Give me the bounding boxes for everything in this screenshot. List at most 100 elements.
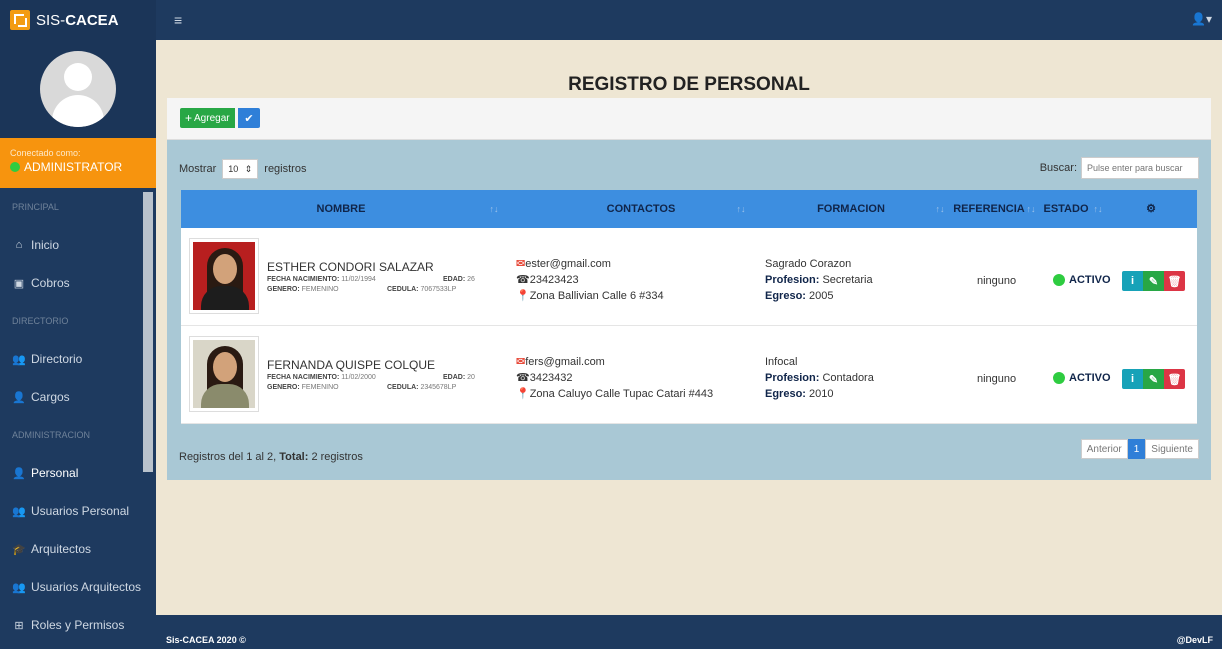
brand-prefix: SIS- (36, 11, 66, 29)
phone-icon: ☎ (516, 274, 530, 286)
header-contactos[interactable]: CONTACTOS (541, 190, 741, 228)
institution: Infocal (765, 356, 798, 368)
sidebar-item-label: Usuarios Personal (31, 504, 130, 518)
map-marker-icon: 📍 (516, 388, 530, 400)
meta-label: GENERO: (267, 286, 300, 293)
sidebar-item-arquitectos[interactable]: 🎓 Arquitectos (0, 530, 156, 568)
user-menu-icon[interactable]: 👤▾ (1191, 12, 1212, 26)
next-page-button[interactable]: Siguiente (1145, 439, 1199, 459)
sort-icon[interactable]: ↑↓ (1024, 190, 1038, 228)
profession: Contadora (822, 372, 874, 384)
header-nombre[interactable]: NOMBRE (241, 190, 441, 228)
info-button[interactable]: i (1122, 369, 1143, 389)
contact-info: ✉ester@gmail.com ☎23423423 📍Zona Ballivi… (516, 256, 664, 304)
status-text: ACTIVO (1069, 274, 1111, 286)
gender: GENERO: FEMENINO (267, 286, 339, 293)
email-line: ✉fers@gmail.com (516, 354, 713, 370)
sort-icon[interactable]: ↑↓ (734, 190, 748, 228)
profession-label: Profesion: (765, 372, 820, 384)
sidebar-item-usuarios-personal[interactable]: 👥 Usuarios Personal (0, 492, 156, 530)
info-button[interactable]: i (1122, 271, 1143, 291)
status-badge: ACTIVO (1053, 274, 1111, 286)
profession: Secretaria (822, 274, 873, 286)
search-input[interactable] (1081, 157, 1199, 179)
meta-value: 11/02/2000 (341, 374, 376, 381)
institution: Sagrado Corazon (765, 258, 852, 270)
sidebar-item-usuarios-arquitectos[interactable]: 👥 Usuarios Arquitectos (0, 568, 156, 606)
table-icon: ⊞ (14, 619, 24, 632)
pencil-icon: ✎ (1148, 373, 1159, 386)
id-number: CEDULA: 2345678LP (387, 384, 456, 391)
page-size-select[interactable]: 10 ⇕ (222, 159, 259, 179)
summary-total: 2 registros (311, 451, 363, 463)
sidebar-item-label: Directorio (31, 352, 83, 366)
email: ester@gmail.com (525, 258, 611, 270)
header-label: REFERENCIA (953, 203, 1025, 215)
table-header: NOMBRE ↑↓ CONTACTOS ↑↓ FORMACION ↑↓ REFE… (181, 190, 1197, 228)
person-name: ESTHER CONDORI SALAZAR (267, 260, 434, 274)
records-summary: Registros del 1 al 2, Total: 2 registros (179, 451, 363, 463)
meta-value: FEMENINO (301, 286, 339, 293)
settings-icon: ⚙ (1146, 203, 1156, 215)
sidebar-item-personal[interactable]: 👤 Personal (0, 454, 156, 492)
header-formacion[interactable]: FORMACION (781, 190, 921, 228)
prev-page-button[interactable]: Anterior (1080, 439, 1128, 459)
education-info: Sagrado Corazon Profesion: Secretaria Eg… (765, 256, 873, 304)
birth-date: FECHA NACIMIENTO: 11/02/1994 (267, 276, 376, 283)
check-button[interactable]: ✔ (238, 108, 260, 128)
gmail-icon: ✉ (516, 258, 526, 270)
user-icon: 👤 (12, 467, 26, 480)
sidebar-item-label: Personal (31, 466, 79, 480)
footer-copyright: Sis-CACEA 2020 © (166, 635, 246, 645)
header-label: NOMBRE (316, 203, 366, 215)
edit-button[interactable]: ✎ (1143, 271, 1164, 291)
sort-icon[interactable]: ↑↓ (1091, 190, 1105, 228)
photo-image (193, 242, 255, 310)
header-estado[interactable]: ESTADO (1041, 190, 1091, 228)
page-size-value: 10 (228, 164, 239, 174)
sidebar-item-roles[interactable]: ⊞ Roles y Permisos (0, 606, 156, 644)
menu-toggle-icon[interactable]: ≡ (174, 12, 182, 28)
sidebar-item-directorio[interactable]: 👥 Directorio (0, 340, 156, 378)
profession-line: Profesion: Contadora (765, 370, 874, 386)
header-referencia[interactable]: REFERENCIA (953, 190, 1025, 228)
egreso-label: Egreso: (765, 290, 806, 302)
sidebar-item-label: Cargos (31, 390, 70, 404)
delete-button[interactable]: 🗑 (1164, 369, 1185, 389)
photo-image (193, 340, 255, 408)
sidebar-item-inicio[interactable]: ⌂ Inicio (0, 226, 156, 264)
egreso-label: Egreso: (765, 388, 806, 400)
page-1-button[interactable]: 1 (1127, 439, 1146, 459)
address-line: 📍Zona Ballivian Calle 6 #334 (516, 288, 664, 304)
footer-author: @DevLF (1176, 635, 1213, 645)
address-line: 📍Zona Caluyo Calle Tupac Catari #443 (516, 386, 713, 402)
table-panel: Mostrar 10 ⇕ registros Buscar: NOMBRE ↑↓ … (167, 140, 1211, 480)
delete-button[interactable]: 🗑 (1164, 271, 1185, 291)
sort-icon[interactable]: ↑↓ (933, 190, 947, 228)
map-marker-icon: 📍 (516, 290, 530, 302)
edit-button[interactable]: ✎ (1143, 369, 1164, 389)
avatar-box (0, 40, 156, 138)
phone-icon: ☎ (516, 372, 530, 384)
profession-label: Profesion: (765, 274, 820, 286)
sidebar-item-cobros[interactable]: ▣ Cobros (0, 264, 156, 302)
table-row: FERNANDA QUISPE COLQUE FECHA NACIMIENTO:… (181, 326, 1197, 424)
phone-line: ☎3423432 (516, 370, 713, 386)
sidebar-item-cargos[interactable]: 👤 Cargos (0, 378, 156, 416)
connected-as-box: Conectado como: ADMINISTRATOR (0, 138, 156, 188)
photo-face (213, 254, 237, 284)
email-line: ✉ester@gmail.com (516, 256, 664, 272)
footer: Sis-CACEA 2020 © @DevLF (156, 615, 1222, 649)
address: Zona Caluyo Calle Tupac Catari #443 (529, 388, 714, 400)
photo-face (213, 352, 237, 382)
sidebar-scrollbar[interactable] (143, 192, 153, 472)
search-control: Buscar: (1040, 157, 1199, 179)
sidebar-item-label: Arquitectos (31, 542, 92, 556)
phone: 23423423 (529, 274, 579, 286)
sort-icon[interactable]: ↑↓ (487, 190, 501, 228)
meta-value: 11/02/1994 (341, 276, 376, 283)
header-label: ESTADO (1043, 203, 1089, 215)
brand[interactable]: SIS- CACEA (0, 0, 156, 40)
add-button[interactable]: + Agregar (180, 108, 235, 128)
sidebar-item-label: Roles y Permisos (31, 618, 125, 632)
